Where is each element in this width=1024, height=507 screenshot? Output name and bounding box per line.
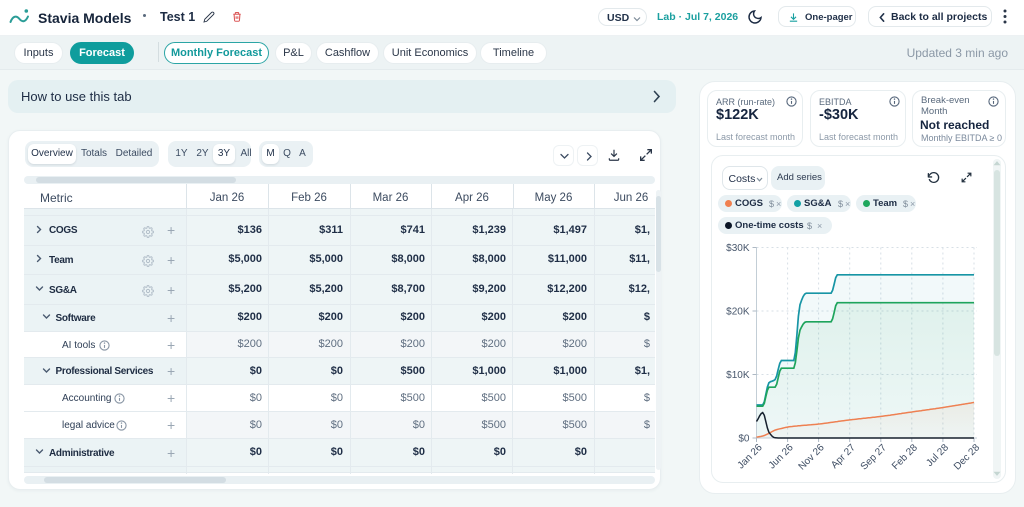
svg-text:Feb 28: Feb 28 bbox=[890, 442, 920, 472]
svg-text:Jul 28: Jul 28 bbox=[924, 442, 951, 469]
svg-text:$0: $0 bbox=[738, 434, 750, 445]
svg-text:Sep 27: Sep 27 bbox=[859, 442, 889, 472]
svg-text:Apr 27: Apr 27 bbox=[829, 442, 858, 471]
svg-text:$20K: $20K bbox=[726, 307, 750, 318]
svg-text:Nov 26: Nov 26 bbox=[797, 442, 827, 472]
svg-text:Dec 28: Dec 28 bbox=[952, 442, 982, 472]
svg-text:$10K: $10K bbox=[726, 370, 750, 381]
svg-text:Jan 26: Jan 26 bbox=[736, 442, 765, 471]
svg-text:Jun 26: Jun 26 bbox=[767, 442, 796, 471]
svg-text:$30K: $30K bbox=[726, 243, 750, 254]
